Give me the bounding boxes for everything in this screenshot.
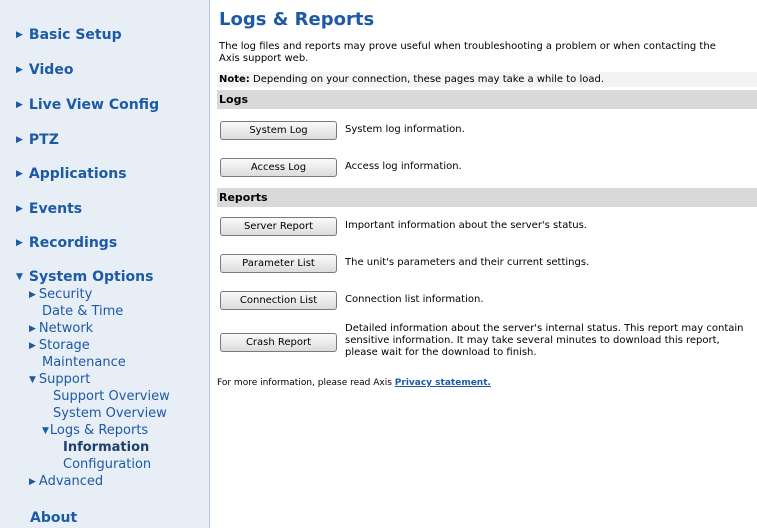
nav-about[interactable]: About [30,510,77,526]
triangle-right-icon: ▶ [16,100,23,110]
note-text: Depending on your connection, these page… [249,74,605,85]
page-title: Logs & Reports [219,9,375,30]
nav-live-view-config[interactable]: ▶ Live View Config [16,97,159,113]
nav-video[interactable]: ▶ Video [16,62,73,78]
triangle-right-icon: ▶ [16,65,23,75]
triangle-right-icon: ▶ [29,324,36,334]
nav-configuration[interactable]: Configuration [63,457,151,472]
nav-sub-label: Support [38,372,91,387]
access-log-description: Access log information. [345,161,462,172]
nav-maintenance[interactable]: Maintenance [42,355,126,370]
nav-support-overview[interactable]: Support Overview [53,389,170,404]
nav-support[interactable]: ▼ Support [29,372,90,387]
triangle-right-icon: ▶ [29,290,36,300]
triangle-right-icon: ▶ [16,204,23,214]
logs-section-header: Logs [217,90,757,109]
intro-text: The log files and reports may prove usef… [219,41,716,64]
triangle-right-icon: ▶ [29,341,36,351]
nav-security[interactable]: ▶ Security [29,287,92,302]
nav-system-overview[interactable]: System Overview [53,406,167,421]
nav-sub-label: Storage [38,338,90,353]
triangle-right-icon: ▶ [16,30,23,40]
nav-label: Basic Setup [28,27,122,43]
nav-sub-label: Advanced [38,474,104,489]
system-log-button[interactable]: System Log [220,121,337,140]
nav-label: PTZ [28,132,59,148]
triangle-right-icon: ▶ [29,477,36,487]
nav-events[interactable]: ▶ Events [16,201,82,217]
sidebar: ▶ Basic Setup ▶ Video ▶ Live View Config ▶ P… [0,0,210,528]
server-report-button[interactable]: Server Report [220,217,337,236]
crash-report-button[interactable]: Crash Report [220,333,337,352]
access-log-button[interactable]: Access Log [220,158,337,177]
system-log-description: System log information. [345,124,465,135]
nav-network[interactable]: ▶ Network [29,321,93,336]
server-report-description: Important information about the server's… [345,220,587,231]
nav-information[interactable]: Information [63,440,149,455]
nav-label: Applications [28,166,127,182]
main-content: Logs & Reports The log files and reports… [217,0,757,528]
triangle-down-icon: ▼ [16,272,23,282]
nav-sub-label: Network [38,321,94,336]
nav-basic-setup[interactable]: ▶ Basic Setup [16,27,122,43]
note-line: Note: Depending on your connection, thes… [217,72,757,87]
nav-sub-label: Security [38,287,93,302]
nav-label: Events [28,201,83,217]
connection-list-button[interactable]: Connection List [220,291,337,310]
nav-logs-reports[interactable]: ▼Logs & Reports [42,423,148,438]
privacy-statement-link[interactable]: Privacy statement. [395,378,491,388]
footer-text: For more information, please read Axis P… [217,378,491,388]
nav-label: Video [28,62,74,78]
triangle-down-icon: ▼ [42,426,49,436]
nav-applications[interactable]: ▶ Applications [16,166,127,182]
triangle-right-icon: ▶ [16,238,23,248]
nav-storage[interactable]: ▶ Storage [29,338,90,353]
parameter-list-button[interactable]: Parameter List [220,254,337,273]
nav-advanced[interactable]: ▶ Advanced [29,474,103,489]
note-label: Note: [219,74,250,85]
connection-list-description: Connection list information. [345,294,484,305]
footer-text-label: For more information, please read Axis [217,378,395,388]
triangle-right-icon: ▶ [16,169,23,179]
nav-system-options[interactable]: ▼ System Options [16,269,153,285]
parameter-list-description: The unit's parameters and their current … [345,257,590,268]
triangle-right-icon: ▶ [16,135,23,145]
nav-recordings[interactable]: ▶ Recordings [16,235,117,251]
nav-label: Live View Config [28,97,160,113]
reports-section-header: Reports [217,188,757,207]
nav-sub-label: Logs & Reports [49,423,149,438]
nav-label: Recordings [28,235,118,251]
crash-report-description: Detailed information about the server's … [345,323,744,358]
nav-ptz[interactable]: ▶ PTZ [16,132,59,148]
nav-date-time[interactable]: Date & Time [42,304,123,319]
nav-label: System Options [28,269,154,285]
triangle-down-icon: ▼ [29,375,36,385]
